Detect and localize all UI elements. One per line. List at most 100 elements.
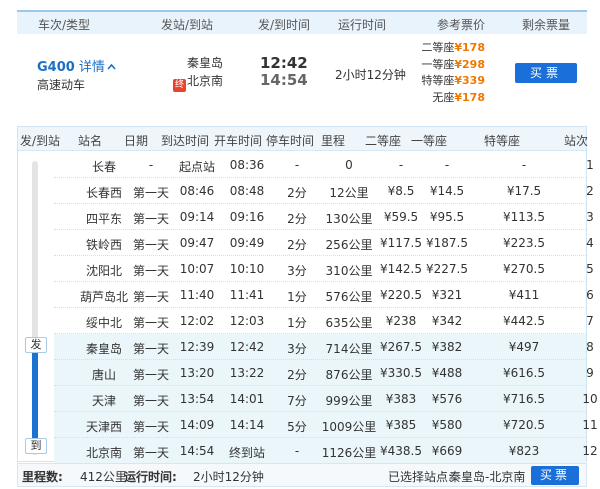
stop-index: 12	[582, 444, 598, 458]
head-date: 日期	[124, 134, 149, 148]
stop-station: 秦皇岛	[85, 342, 122, 356]
stop-row[interactable]: 天津西 第一天 14:09 14:14 5分 1009公里 ¥385 ¥580 ¥720.5 11	[54, 412, 598, 438]
time-pair: 12:42 14:54	[260, 55, 308, 89]
stop-first: -	[444, 158, 450, 172]
stop-special: ¥720.5	[503, 418, 545, 432]
head-depart: 开车时间	[214, 134, 263, 148]
stop-depart: 08:36	[229, 158, 265, 172]
price-special-class: 特等座¥339	[421, 74, 485, 87]
buy-selected-button[interactable]: 买票	[531, 466, 579, 485]
station-pair: 秦皇岛 终北京南	[167, 54, 223, 92]
stop-index: 8	[586, 340, 594, 354]
col-train-header: 车次/类型	[38, 18, 91, 32]
head-station: 站名	[78, 134, 103, 148]
stop-station: 四平东	[85, 212, 122, 226]
stop-first: ¥669	[431, 444, 463, 458]
stop-special: ¥223.5	[503, 236, 545, 250]
distance-label: 里程数:	[22, 470, 63, 484]
stop-station: 长春西	[85, 186, 122, 200]
stop-special: ¥716.5	[503, 392, 545, 406]
stop-row[interactable]: 铁岭西 第一天 09:47 09:49 2分 256公里 ¥117.5 ¥187.5 ¥223.…	[54, 230, 594, 256]
stop-special: ¥442.5	[503, 314, 545, 328]
stop-special: ¥823	[508, 444, 540, 458]
price-first-class: 一等座¥298	[421, 57, 485, 71]
stop-row[interactable]: 绥中北 第一天 12:02 12:03 1分 635公里 ¥238 ¥342 ¥442.5 7	[54, 308, 594, 334]
stop-index: 2	[586, 184, 594, 198]
stop-row[interactable]: 四平东 第一天 09:14 09:16 2分 130公里 ¥59.5 ¥95.5 ¥113.5 3	[54, 204, 594, 230]
duration-label: 运行时间:	[124, 470, 177, 484]
stop-station: 天津西	[85, 420, 122, 434]
price-no-seat: 无座¥178	[432, 90, 485, 104]
col-times-header: 发/到时间	[258, 18, 311, 32]
stop-first: ¥14.5	[429, 184, 465, 198]
stop-first: ¥342	[431, 314, 463, 328]
stop-station: 长春	[91, 160, 116, 174]
chevron-up-icon[interactable]	[107, 63, 116, 70]
stop-row[interactable]: 秦皇岛 第一天 12:39 12:42 3分 714公里 ¥267.5 ¥382 ¥497 8	[54, 334, 594, 360]
stop-station: 唐山	[91, 368, 116, 382]
stop-first: ¥95.5	[429, 210, 465, 224]
stop-depart: 终到站	[228, 446, 265, 460]
stop-index: 10	[582, 392, 598, 406]
selected-value: 秦皇岛-北京南	[449, 470, 526, 484]
depart-time: 12:42	[260, 54, 308, 72]
stop-special: ¥616.5	[503, 366, 545, 380]
stop-row[interactable]: 唐山 第一天 13:20 13:22 2分 876公里 ¥330.5 ¥488 ¥616.5 9	[54, 360, 594, 386]
head-index: 站次	[564, 134, 589, 148]
price-list: 二等座¥178 一等座¥298 特等座¥339 无座¥178	[417, 40, 485, 106]
head-from-to: 发/到站	[20, 134, 61, 148]
buy-ticket-button[interactable]: 买票	[515, 63, 577, 83]
col-remaining-header: 剩余票量	[522, 18, 571, 32]
stop-depart: 08:48	[229, 184, 265, 198]
price-second-class: 二等座¥178	[421, 41, 485, 54]
stop-first: ¥580	[431, 418, 463, 432]
stop-first: ¥227.5	[426, 262, 468, 276]
stop-station: 沈阳北	[85, 264, 122, 278]
selection-footer: 里程数: 412公里 运行时间: 2小时12分钟 已选择站点: 秦皇岛-北京南 …	[17, 463, 587, 487]
head-second: 二等座	[365, 134, 402, 148]
col-prices-header: 参考票价	[437, 18, 486, 32]
stop-first: ¥321	[431, 288, 463, 302]
train-number[interactable]: G400	[37, 60, 75, 75]
head-arrive: 到达时间	[161, 134, 210, 148]
results-header: 车次/类型 发站/到站 发/到时间 运行时间 参考票价 剩余票量	[17, 10, 587, 34]
from-station: 秦皇岛	[186, 56, 223, 70]
stop-depart: 12:42	[229, 340, 265, 354]
stop-depart: 11:41	[229, 288, 265, 302]
duration-value: 2小时12分钟	[193, 470, 264, 484]
head-first: 一等座	[411, 134, 448, 148]
stop-row[interactable]: 长春西 第一天 08:46 08:48 2分 12公里 ¥8.5 ¥14.5 ¥17.5 2	[54, 178, 594, 204]
stop-index: 5	[586, 262, 594, 276]
stop-depart: 09:16	[229, 210, 265, 224]
head-distance: 里程	[321, 134, 346, 148]
train-number-link[interactable]: G400 详情	[37, 56, 116, 75]
stop-station: 北京南	[85, 446, 122, 460]
head-stop: 停车时间	[266, 134, 315, 148]
stop-index: 3	[586, 210, 594, 224]
stop-index: 1	[586, 158, 594, 172]
selected-label: 已选择站点:	[388, 470, 453, 484]
stop-station: 铁岭西	[85, 238, 122, 252]
detail-toggle[interactable]: 详情	[79, 60, 116, 75]
stop-row[interactable]: 葫芦岛北 第一天 11:40 11:41 1分 576公里 ¥220.5 ¥321 ¥411 6	[54, 282, 594, 308]
stops-table: 发/到站 站名 日期 到达时间 开车时间 停车时间 里程 二等座 一等座 特等座…	[17, 126, 598, 464]
stop-row[interactable]: 沈阳北 第一天 10:07 10:10 3分 310公里 ¥142.5 ¥227.5 ¥270.…	[54, 256, 594, 282]
stop-row[interactable]: 天津 第一天 13:54 14:01 7分 999公里 ¥383 ¥576 ¥716.5 10	[54, 386, 598, 412]
arrive-time: 14:54	[260, 71, 308, 89]
rail-arrive-handle[interactable]: 到	[25, 438, 47, 454]
stop-row[interactable]: 北京南 第一天 14:54 终到站 -1126公里 ¥438.5 ¥669 ¥823 12	[54, 438, 598, 464]
train-summary-row: G400 详情 高速动车 秦皇岛 终北京南 12:42 14:54 2小时12分钟…	[17, 34, 587, 114]
train-type: 高速动车	[37, 78, 86, 92]
stop-first: ¥488	[431, 366, 463, 380]
stop-index: 6	[586, 288, 594, 302]
stop-depart: 09:49	[229, 236, 265, 250]
rail-depart-handle[interactable]: 发	[25, 337, 47, 353]
stop-special: ¥497	[508, 340, 540, 354]
col-stations-header: 发站/到站	[161, 18, 214, 32]
stop-index: 4	[586, 236, 594, 250]
stop-first: ¥382	[431, 340, 463, 354]
head-special: 特等座	[484, 134, 521, 148]
stop-depart: 14:01	[229, 392, 265, 406]
stop-row[interactable]: 长春 - 起点站 08:36-0- - -1	[54, 152, 594, 178]
duration: 2小时12分钟	[335, 68, 406, 82]
